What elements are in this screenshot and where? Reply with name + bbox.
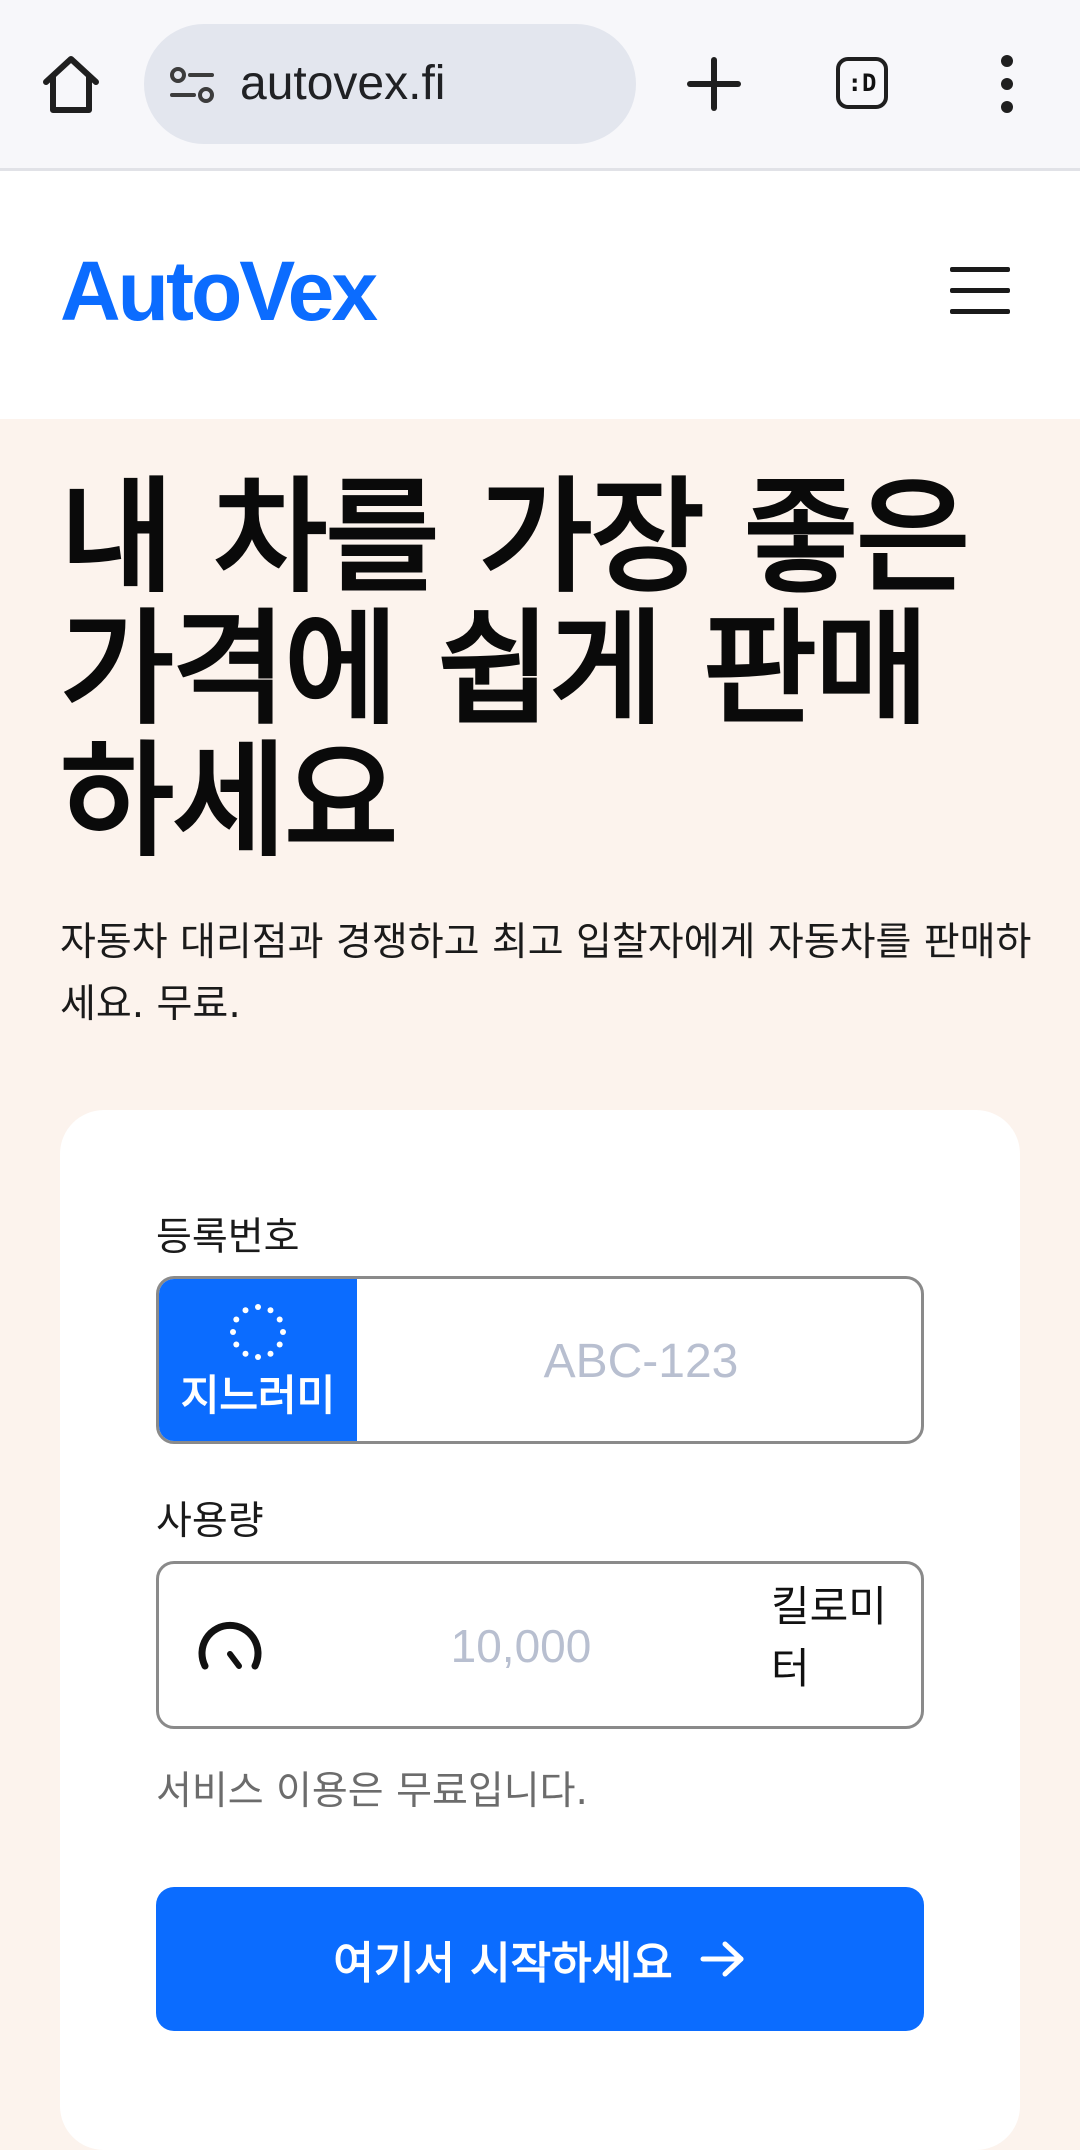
tab-switcher-button[interactable]: :D	[836, 57, 892, 113]
start-here-button[interactable]: 여기서 시작하세요	[156, 1887, 924, 2031]
hero-title: 내 차를 가장 좋은 가격에 쉽게 판매하세요	[60, 466, 970, 874]
address-bar[interactable]: autovex.fi	[144, 24, 636, 144]
speedometer-icon	[195, 1616, 265, 1676]
registration-number-input[interactable]	[357, 1279, 921, 1441]
new-tab-icon[interactable]	[686, 56, 742, 112]
mileage-label: 사용량	[156, 1499, 264, 1544]
eu-plate-band: 지느러미	[159, 1279, 357, 1441]
mileage-field[interactable]: 킬로미터	[156, 1561, 924, 1729]
eu-stars-icon	[227, 1301, 289, 1363]
hamburger-menu-icon[interactable]	[950, 267, 1012, 317]
sell-car-form-card: 등록번호 지느러미 사용량	[60, 1110, 1020, 2150]
start-here-label: 여기서 시작하세요	[333, 1938, 673, 1989]
plate-country-code: 지느러미	[180, 1371, 336, 1420]
tab-count: :D	[836, 57, 888, 109]
site-settings-icon[interactable]	[168, 64, 218, 106]
hero-subtitle: 자동차 대리점과 경쟁하고 최고 입찰자에게 자동차를 판매하세요. 무료.	[60, 920, 1032, 1027]
browser-toolbar: autovex.fi :D	[0, 0, 1080, 171]
home-icon[interactable]	[36, 50, 106, 120]
arrow-right-icon	[700, 1941, 744, 1977]
free-service-note: 서비스 이용은 무료입니다.	[156, 1769, 588, 1814]
autovex-logo[interactable]: AutoVex	[60, 241, 378, 341]
mileage-unit-label: 킬로미터	[771, 1582, 887, 1693]
more-vert-icon[interactable]	[992, 52, 1022, 116]
license-plate-field[interactable]: 지느러미	[156, 1276, 924, 1444]
site-header: AutoVex	[0, 171, 1080, 419]
mileage-input[interactable]	[309, 1564, 733, 1728]
plate-label: 등록번호	[156, 1215, 300, 1260]
url-text[interactable]: autovex.fi	[240, 24, 445, 144]
